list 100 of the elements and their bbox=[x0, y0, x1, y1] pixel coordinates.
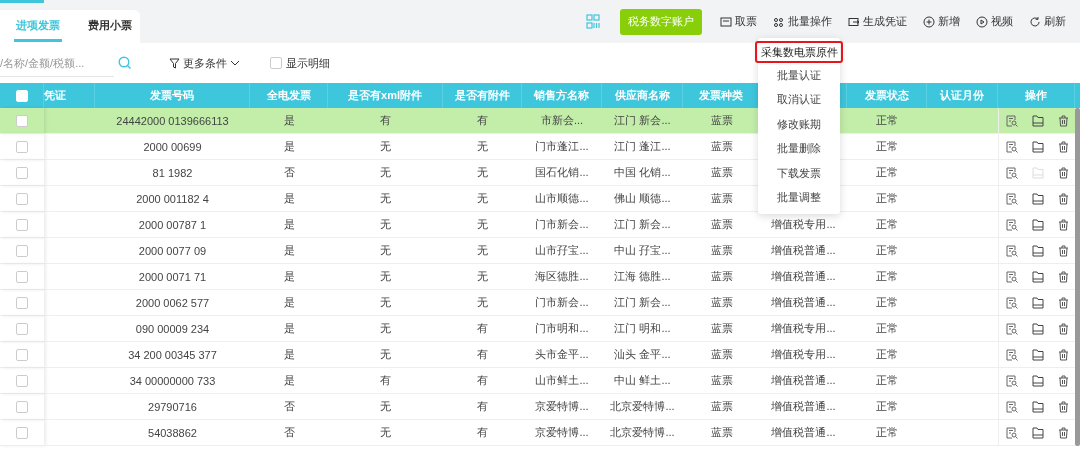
folder-icon[interactable] bbox=[1031, 244, 1044, 257]
table-cell: 山市孖宝... bbox=[535, 243, 589, 258]
row-checkbox[interactable] bbox=[16, 244, 28, 257]
view-icon[interactable] bbox=[1005, 114, 1018, 127]
table-cell: 国石化销... bbox=[535, 165, 589, 180]
table-cell: 有 bbox=[477, 113, 488, 128]
row-checkbox[interactable] bbox=[16, 426, 28, 439]
table-row[interactable]: 2000 00787 1 是 无 无 门市新会... 江门 新会... 蓝票 增值税专用... 正常 bbox=[0, 212, 1075, 238]
table-cell: 无 bbox=[477, 243, 488, 258]
folder-icon[interactable] bbox=[1031, 374, 1044, 387]
table-cell: 无 bbox=[380, 425, 391, 440]
table-cell: 江门 明和... bbox=[614, 321, 671, 336]
trash-icon[interactable] bbox=[1057, 348, 1069, 361]
table-row[interactable]: 34 200 00345 377 是 无 有 头市金平... 汕头 金平... 蓝票 增值税专用... 正常 bbox=[0, 342, 1075, 368]
trash-icon[interactable] bbox=[1057, 270, 1069, 283]
table-row[interactable]: 54038862 否 无 有 京爱特博... 北京爱特博... 蓝票 增值税普通... 正常 bbox=[0, 420, 1075, 446]
folder-icon[interactable] bbox=[1031, 400, 1044, 413]
row-checkbox[interactable] bbox=[16, 322, 28, 335]
column-header: 是否有xml附件 bbox=[348, 88, 422, 103]
toolbar-button[interactable]: 新增 bbox=[923, 14, 960, 29]
row-checkbox[interactable] bbox=[16, 374, 28, 387]
checkbox[interactable] bbox=[270, 57, 282, 69]
table-cell: 增值税专用... bbox=[771, 217, 836, 232]
table-row[interactable]: 2000 0062 577 是 无 无 门市新会... 江门 新会... 蓝票 增值税普通... 正常 bbox=[0, 290, 1075, 316]
table-cell: 蓝票 bbox=[710, 399, 733, 414]
row-checkbox[interactable] bbox=[16, 218, 28, 231]
row-checkbox[interactable] bbox=[16, 270, 28, 283]
folder-icon[interactable] bbox=[1031, 140, 1044, 153]
table-row[interactable]: 2000 0077 09 是 无 无 山市孖宝... 中山 孖宝... 蓝票 增值税普通... 正常 bbox=[0, 238, 1075, 264]
menu-item[interactable]: 批量删除 bbox=[758, 136, 840, 161]
table-cell: 正常 bbox=[876, 373, 898, 388]
table-cell: 无 bbox=[477, 269, 488, 284]
menu-item[interactable]: 批量认证 bbox=[758, 63, 840, 88]
trash-icon[interactable] bbox=[1057, 114, 1069, 127]
table-cell: 增值税普通... bbox=[771, 295, 836, 310]
menu-item[interactable]: 下载发票 bbox=[758, 161, 840, 186]
view-icon[interactable] bbox=[1005, 426, 1018, 439]
trash-icon[interactable] bbox=[1057, 400, 1069, 413]
row-checkbox[interactable] bbox=[16, 166, 28, 179]
table-cell: 蓝票 bbox=[710, 347, 733, 362]
view-icon[interactable] bbox=[1005, 192, 1018, 205]
column-header: 销售方名称 bbox=[534, 88, 589, 103]
view-icon[interactable] bbox=[1005, 322, 1018, 335]
toolbar-button[interactable]: 取票 bbox=[720, 14, 757, 29]
view-icon[interactable] bbox=[1005, 270, 1018, 283]
menu-item[interactable]: 批量调整 bbox=[758, 185, 840, 210]
table-row[interactable]: 090 00009 234 是 无 有 门市明和... 江门 明和... 蓝票 增值税专用... 正常 bbox=[0, 316, 1075, 342]
folder-icon[interactable] bbox=[1031, 192, 1044, 205]
row-checkbox[interactable] bbox=[16, 192, 28, 205]
toolbar-button[interactable]: 刷新 bbox=[1029, 14, 1066, 29]
view-icon[interactable] bbox=[1005, 244, 1018, 257]
table-cell: 汕头 金平... bbox=[614, 347, 671, 362]
folder-icon[interactable] bbox=[1031, 426, 1044, 439]
table-cell: 蓝票 bbox=[710, 295, 733, 310]
table-cell: 蓝票 bbox=[710, 373, 733, 388]
row-checkbox[interactable] bbox=[16, 348, 28, 361]
select-all-checkbox[interactable] bbox=[15, 89, 28, 102]
trash-icon[interactable] bbox=[1057, 322, 1069, 335]
video-icon bbox=[976, 15, 988, 28]
folder-icon[interactable] bbox=[1031, 218, 1044, 231]
view-icon[interactable] bbox=[1005, 166, 1018, 179]
folder-icon[interactable] bbox=[1031, 270, 1044, 283]
folder-icon[interactable] bbox=[1031, 322, 1044, 335]
trash-icon[interactable] bbox=[1057, 166, 1069, 179]
toolbar-button[interactable]: 生成凭证 bbox=[848, 14, 907, 29]
table-cell: 是 bbox=[283, 373, 295, 388]
trash-icon[interactable] bbox=[1057, 140, 1069, 153]
view-icon[interactable] bbox=[1005, 400, 1018, 413]
toolbar-button[interactable]: 批量操作 bbox=[773, 14, 832, 29]
trash-icon[interactable] bbox=[1057, 218, 1069, 231]
folder-icon[interactable] bbox=[1031, 296, 1044, 309]
table-cell: 2000 0071 71 bbox=[138, 270, 207, 283]
row-checkbox[interactable] bbox=[16, 296, 28, 309]
table-cell: 蓝票 bbox=[710, 425, 733, 440]
more-conditions-button[interactable]: 更多条件 bbox=[163, 54, 246, 72]
table-row[interactable]: 34 00000000 733 是 有 有 山市鲜土... 中山 鲜土... 蓝票 增值税普通... 正常 bbox=[0, 368, 1075, 394]
view-icon[interactable] bbox=[1005, 140, 1018, 153]
row-checkbox[interactable] bbox=[16, 114, 28, 127]
table-row[interactable]: 29790716 否 无 有 京爱特博... 北京爱特博... 蓝票 增值税普通... 正常 bbox=[0, 394, 1075, 420]
view-icon[interactable] bbox=[1005, 218, 1018, 231]
view-icon[interactable] bbox=[1005, 374, 1018, 387]
search-field[interactable]: /名称/金额/税额... bbox=[0, 49, 114, 77]
trash-icon[interactable] bbox=[1057, 296, 1069, 309]
row-checkbox[interactable] bbox=[16, 400, 28, 413]
tab[interactable]: 费用小票 bbox=[86, 11, 134, 42]
scrollbar[interactable] bbox=[1075, 108, 1080, 446]
table-cell: 增值税普通... bbox=[771, 373, 836, 388]
view-icon[interactable] bbox=[1005, 296, 1018, 309]
trash-icon[interactable] bbox=[1057, 192, 1069, 205]
view-icon[interactable] bbox=[1005, 348, 1018, 361]
menu-item[interactable]: 修改账期 bbox=[758, 112, 840, 137]
folder-icon[interactable] bbox=[1031, 348, 1044, 361]
toolbar-button[interactable]: 视频 bbox=[976, 14, 1013, 29]
trash-icon[interactable] bbox=[1057, 244, 1069, 257]
table-row[interactable]: 2000 0071 71 是 无 无 海区德胜... 江海 德胜... 蓝票 增值税普通... 正常 bbox=[0, 264, 1075, 290]
folder-icon[interactable] bbox=[1031, 114, 1044, 127]
trash-icon[interactable] bbox=[1057, 426, 1069, 439]
trash-icon[interactable] bbox=[1057, 374, 1069, 387]
menu-item[interactable]: 采集数电票原件 bbox=[755, 41, 843, 63]
row-checkbox[interactable] bbox=[16, 140, 28, 153]
